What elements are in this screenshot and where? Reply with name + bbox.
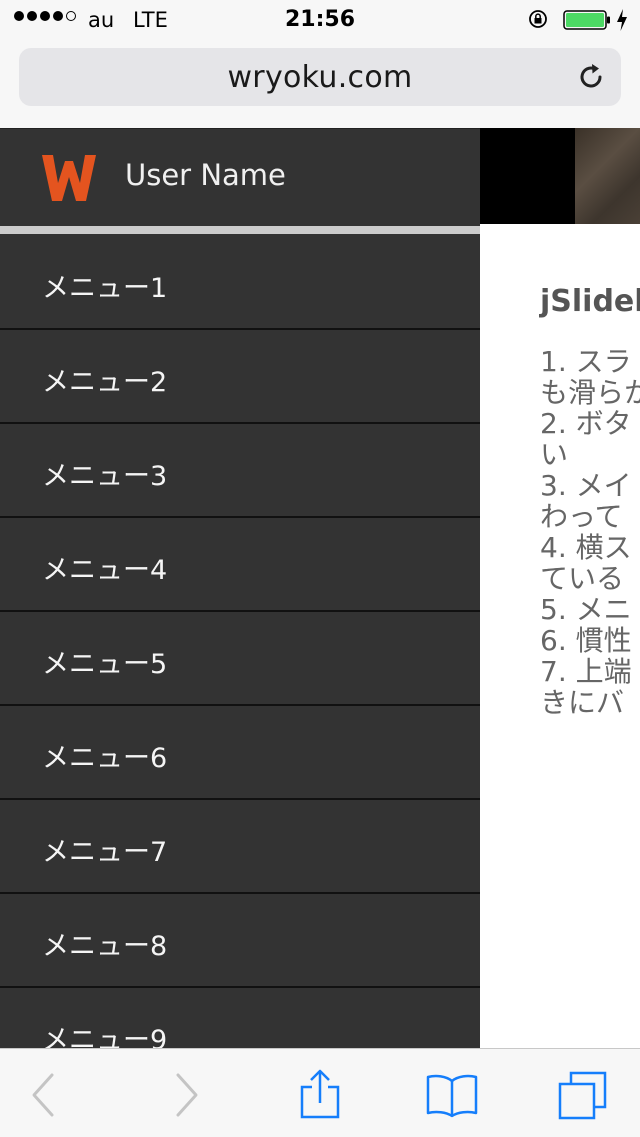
content-title: jSlidel bbox=[540, 284, 640, 319]
hero-texture bbox=[575, 128, 640, 224]
w-logo-icon bbox=[42, 155, 96, 201]
url-text[interactable]: wryoku.com bbox=[19, 60, 621, 95]
user-header[interactable]: User Name bbox=[0, 128, 480, 227]
menu-item-7[interactable]: メニュー7 bbox=[0, 800, 480, 894]
menu-item-5[interactable]: メニュー5 bbox=[0, 612, 480, 706]
feature-line: きにバ bbox=[540, 686, 625, 719]
feature-list: 1. スラ も滑らか 2. ボタ い 3. メイ わって 4. 横ス ている 5… bbox=[540, 346, 640, 718]
menu-item-label: メニュー7 bbox=[42, 837, 168, 868]
back-button[interactable] bbox=[18, 1069, 70, 1121]
bookmarks-button[interactable] bbox=[426, 1069, 478, 1121]
forward-button[interactable] bbox=[160, 1069, 212, 1121]
menu-item-6[interactable]: メニュー6 bbox=[0, 706, 480, 800]
menu-item-2[interactable]: メニュー2 bbox=[0, 330, 480, 424]
share-icon bbox=[300, 1069, 340, 1119]
feature-line: 7. 上端 bbox=[540, 655, 632, 688]
menu-item-label: メニュー6 bbox=[42, 743, 168, 774]
menu-item-8[interactable]: メニュー8 bbox=[0, 894, 480, 988]
feature-line: 6. 慣性 bbox=[540, 624, 632, 657]
menu-item-1[interactable]: メニュー1 bbox=[0, 236, 480, 330]
header-separator bbox=[0, 226, 480, 234]
user-name: User Name bbox=[125, 158, 286, 192]
reload-icon[interactable] bbox=[575, 61, 607, 93]
feature-line: 4. 横ス bbox=[540, 531, 632, 564]
feature-line: 5. メニ bbox=[540, 593, 632, 626]
browser-address-area: wryoku.com bbox=[0, 40, 640, 128]
feature-line: ている bbox=[540, 562, 625, 595]
main-content: jSlidel 1. スラ も滑らか 2. ボタ い 3. メイ わって 4. … bbox=[480, 128, 640, 1048]
feature-line: 1. スラ bbox=[540, 345, 632, 378]
bookmarks-icon bbox=[426, 1074, 478, 1118]
battery-icon bbox=[563, 10, 610, 30]
orientation-lock-icon bbox=[529, 10, 547, 28]
menu-item-label: メニュー2 bbox=[42, 367, 168, 398]
feature-line: わって bbox=[540, 500, 623, 533]
menu-item-3[interactable]: メニュー3 bbox=[0, 424, 480, 518]
menu-item-label: メニュー1 bbox=[42, 273, 168, 304]
hero-image bbox=[480, 128, 640, 224]
menu-item-label: メニュー9 bbox=[42, 1025, 168, 1048]
menu-item-label: メニュー8 bbox=[42, 931, 168, 962]
sidebar-drawer: User Name メニュー1 メニュー2 メニュー3 メニュー4 メニュー5 … bbox=[0, 128, 480, 1048]
feature-line: も滑らか bbox=[540, 376, 640, 409]
tabs-button[interactable] bbox=[557, 1069, 609, 1121]
menu-item-label: メニュー4 bbox=[42, 555, 168, 586]
feature-line: い bbox=[540, 438, 569, 471]
share-button[interactable] bbox=[294, 1069, 346, 1121]
back-icon bbox=[32, 1073, 54, 1117]
menu-item-label: メニュー5 bbox=[42, 649, 168, 680]
charging-bolt-icon bbox=[617, 9, 627, 31]
menu-item-label: メニュー3 bbox=[42, 461, 168, 492]
browser-toolbar bbox=[0, 1048, 640, 1137]
tabs-icon bbox=[558, 1071, 607, 1120]
feature-line: 3. メイ bbox=[540, 469, 632, 502]
address-bar[interactable]: wryoku.com bbox=[19, 48, 621, 106]
menu-item-4[interactable]: メニュー4 bbox=[0, 518, 480, 612]
menu-item-9[interactable]: メニュー9 bbox=[0, 988, 480, 1048]
forward-icon bbox=[176, 1073, 198, 1117]
menu-list: メニュー1 メニュー2 メニュー3 メニュー4 メニュー5 メニュー6 メニュー… bbox=[0, 236, 480, 1048]
feature-line: 2. ボタ bbox=[540, 407, 632, 440]
status-bar: au LTE 21:56 bbox=[0, 0, 640, 40]
